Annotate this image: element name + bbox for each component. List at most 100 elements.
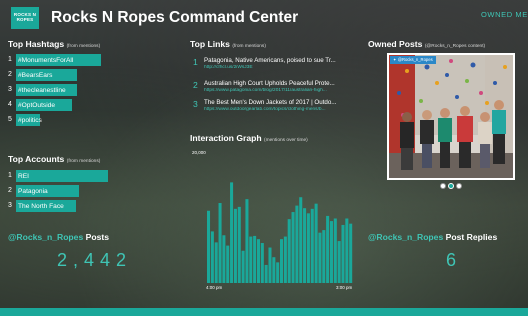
header: ROCKS N ROPES Rocks N Ropes Command Cent… — [0, 0, 528, 34]
replies-count: 6 — [446, 250, 463, 270]
photo-tag-handle: @Rocks_n_Ropes — [397, 57, 433, 62]
interaction-bar — [241, 250, 245, 283]
account-label[interactable]: REI — [18, 173, 29, 180]
account-label[interactable]: The North Face — [18, 203, 64, 210]
graph-title: Interaction Graph — [190, 133, 262, 143]
links-title: Top Links — [190, 39, 230, 49]
link-rank: 1 — [193, 57, 198, 67]
hashtags-title: Top Hashtags — [8, 39, 65, 49]
posts-count: 2,442 — [57, 250, 133, 270]
links-heading: Top Links (from mentions) — [190, 39, 266, 49]
carousel-dot-3[interactable] — [456, 183, 462, 189]
rank-number: 1 — [8, 172, 12, 179]
rank-number: 1 — [8, 56, 12, 63]
link-title[interactable]: The Best Men's Down Jackets of 2017 | Ou… — [204, 99, 360, 106]
interaction-bar — [287, 219, 291, 283]
account-row[interactable]: 1 REI — [8, 170, 110, 183]
interaction-bar — [207, 210, 211, 283]
interaction-graph: 20,000 4:00 pm 3:00 pm — [192, 150, 353, 290]
hashtag-label[interactable]: #MonumentsForAll — [18, 57, 73, 64]
hashtag-row[interactable]: 4 #OptOutside — [8, 99, 103, 112]
posts-handle: @Rocks_n_Ropes — [8, 232, 84, 242]
interaction-bar — [310, 208, 314, 283]
link-item[interactable]: 2 Australian High Court Upholds Peaceful… — [190, 80, 360, 96]
interaction-bar — [256, 239, 260, 283]
owned-posts-subtitle: (@Rocks_n_Ropes content) — [424, 44, 486, 49]
interaction-bar — [233, 208, 237, 283]
replies-handle: @Rocks_n_Ropes — [368, 232, 444, 242]
interaction-bar — [214, 242, 218, 283]
hashtag-label[interactable]: #politics — [18, 117, 42, 124]
interaction-bar — [253, 235, 257, 283]
account-row[interactable]: 2 Patagonia — [8, 185, 110, 198]
link-url[interactable]: https://www.patagonia.com/blog/2017/11/a… — [204, 88, 360, 93]
rank-number: 3 — [8, 202, 12, 209]
owned-metrics-link[interactable]: OWNED METR — [481, 10, 528, 19]
link-item[interactable]: 3 The Best Men's Down Jackets of 2017 | … — [190, 99, 360, 115]
link-url[interactable]: http://cfhcl.us/2iWsJ3E — [204, 65, 360, 70]
page-title: Rocks N Ropes Command Center — [51, 9, 299, 26]
hashtag-label[interactable]: #BearsEars — [18, 72, 52, 79]
posts-stat-label: @Rocks_n_Ropes Posts — [8, 232, 109, 242]
x-axis-start-label: 4:00 pm — [206, 285, 223, 290]
interaction-bar — [345, 218, 349, 283]
interaction-bar — [322, 230, 326, 283]
rank-number: 5 — [8, 116, 12, 123]
interaction-bar — [245, 199, 249, 283]
link-title[interactable]: Australian High Court Upholds Peaceful P… — [204, 80, 360, 87]
hashtags-subtitle: (from mentions) — [66, 44, 101, 49]
interaction-bar — [341, 224, 345, 283]
link-title[interactable]: Patagonia, Native Americans, poised to s… — [204, 57, 360, 64]
bottom-accent-bar — [0, 308, 528, 316]
account-row[interactable]: 3 The North Face — [8, 200, 110, 213]
interaction-bar — [264, 264, 268, 283]
accounts-title: Top Accounts — [8, 154, 65, 164]
x-axis-end-label: 3:00 pm — [336, 285, 353, 290]
hashtag-row[interactable]: 5 #politics — [8, 114, 103, 127]
rank-bar — [16, 170, 108, 182]
interaction-bar — [314, 203, 318, 283]
interaction-bar — [276, 262, 280, 283]
interaction-bar — [333, 218, 337, 283]
accounts-subtitle: (from mentions) — [66, 159, 101, 164]
replies-stat-label: @Rocks_n_Ropes Post Replies — [368, 232, 497, 242]
climbing-gym-photo — [389, 55, 513, 178]
carousel-dot-2[interactable] — [448, 183, 454, 189]
carousel-dot-1[interactable] — [440, 183, 446, 189]
hashtag-row[interactable]: 2 #BearsEars — [8, 69, 103, 82]
brand-logo[interactable]: ROCKS N ROPES — [11, 7, 39, 29]
rank-number: 2 — [8, 71, 12, 78]
graph-heading: Interaction Graph (mentions over time) — [190, 133, 308, 143]
link-rank: 2 — [193, 80, 198, 90]
hashtag-label[interactable]: #thecleanestline — [18, 87, 66, 94]
interaction-bar — [249, 236, 253, 283]
replies-suffix: Post Replies — [445, 232, 498, 242]
interaction-bar — [226, 245, 230, 283]
interaction-bar — [326, 215, 330, 283]
posts-suffix: Posts — [85, 232, 110, 242]
link-rank: 3 — [193, 99, 198, 109]
interaction-bar — [295, 205, 299, 283]
account-label[interactable]: Patagonia — [18, 188, 48, 195]
interaction-bar — [272, 257, 276, 283]
interaction-bar — [268, 247, 272, 284]
interaction-bar — [230, 182, 234, 283]
link-url[interactable]: https://www.outdoorgearlab.com/topics/cl… — [204, 107, 360, 112]
link-item[interactable]: 1 Patagonia, Native Americans, poised to… — [190, 57, 360, 73]
links-subtitle: (from mentions) — [232, 44, 266, 49]
hashtags-heading: Top Hashtags (from mentions) — [8, 39, 100, 49]
owned-posts-heading: Owned Posts (@Rocks_n_Ropes content) — [368, 39, 485, 49]
interaction-bar — [210, 231, 214, 283]
twitter-icon: ✦ — [393, 57, 397, 62]
hashtag-row[interactable]: 3 #thecleanestline — [8, 84, 103, 97]
hashtag-label[interactable]: #OptOutside — [18, 102, 55, 109]
hashtag-row[interactable]: 1 #MonumentsForAll — [8, 54, 103, 67]
interaction-bar — [299, 197, 303, 283]
owned-post-card[interactable]: ✦ @Rocks_n_Ropes — [387, 53, 515, 180]
rank-number: 4 — [8, 101, 12, 108]
interaction-bar — [222, 235, 226, 283]
owned-posts-title: Owned Posts — [368, 39, 423, 49]
interaction-bar — [218, 203, 222, 283]
photo-source-tag[interactable]: ✦ @Rocks_n_Ropes — [390, 56, 436, 64]
interaction-bar — [318, 232, 322, 283]
